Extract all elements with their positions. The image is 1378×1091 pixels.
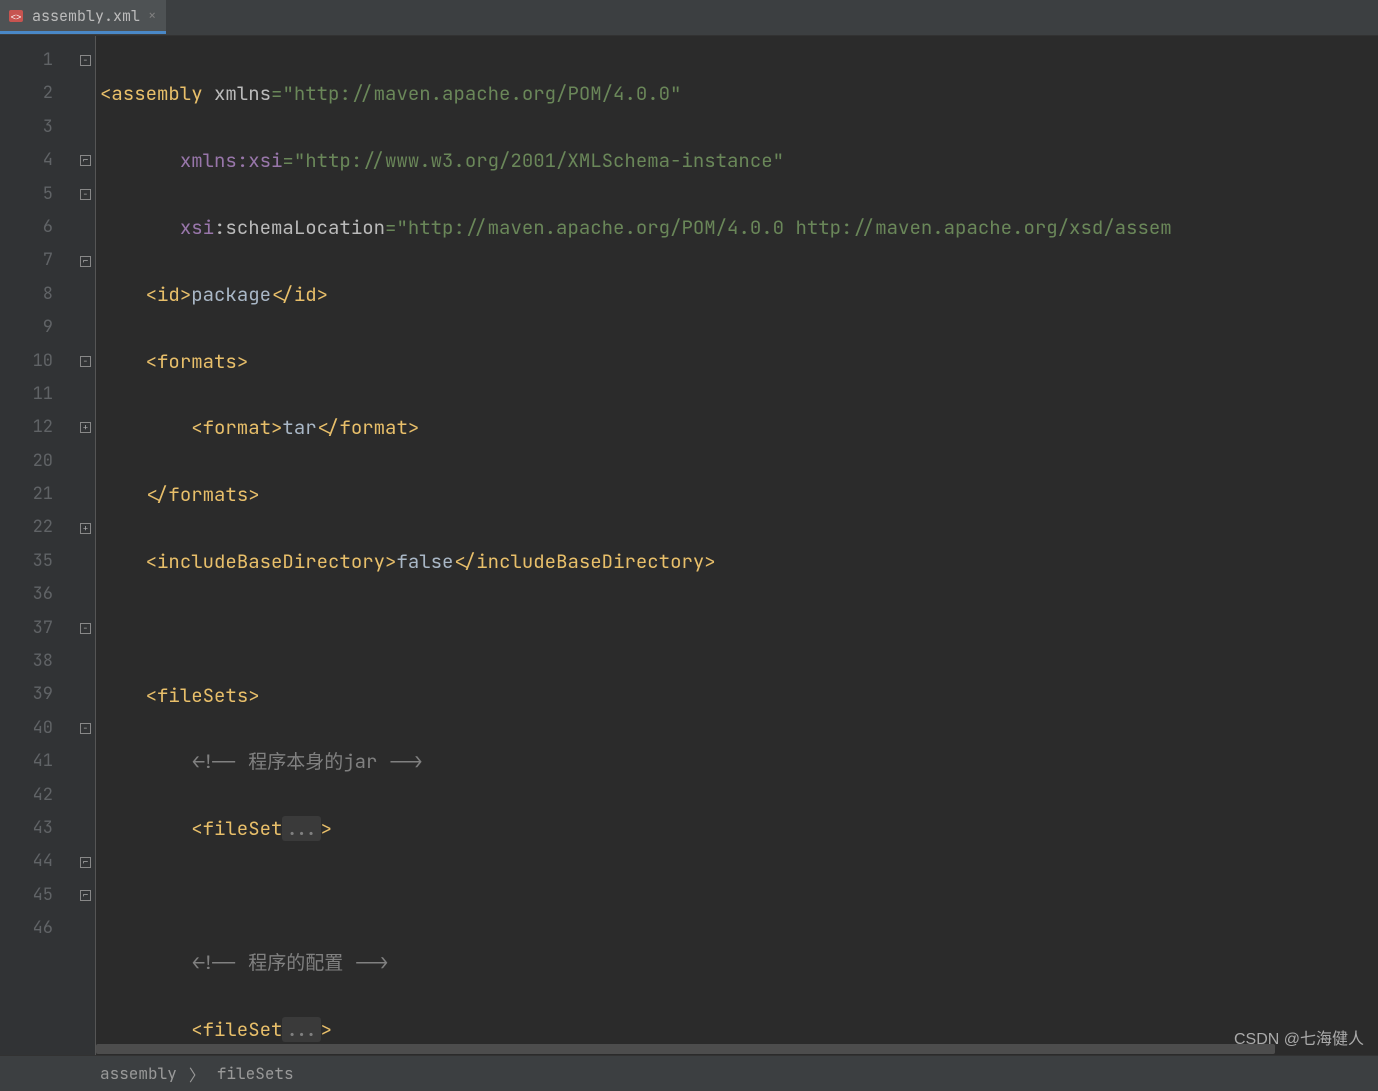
tab-bar: <> assembly.xml × (0, 0, 1378, 36)
fold-end-icon[interactable]: ⌐ (80, 256, 91, 267)
fold-gutter[interactable]: − ⌐ − ⌐ − + + − − ⌐ ⌐ (76, 36, 96, 1055)
line-number-gutter[interactable]: 1 2 3 4 5 6 7 8 9 10 11 12 20 21 22 35 3… (0, 36, 76, 1055)
code-line[interactable] (96, 879, 1378, 912)
horizontal-scrollbar[interactable] (96, 1043, 1378, 1055)
file-tab[interactable]: <> assembly.xml × (0, 0, 166, 34)
xml-file-icon: <> (8, 8, 24, 24)
line-number: 37 (0, 612, 75, 645)
fold-toggle-icon[interactable]: − (80, 723, 91, 734)
code-area[interactable]: <assembly xmlns="http://maven.apache.org… (96, 36, 1378, 1055)
line-number: 12 (0, 411, 75, 444)
fold-toggle-icon[interactable]: − (80, 356, 91, 367)
line-number: 45 (0, 879, 75, 912)
fold-end-icon[interactable]: ⌐ (80, 890, 91, 901)
fold-expand-icon[interactable]: + (80, 523, 91, 534)
tab-filename: assembly.xml (32, 6, 140, 26)
chevron-right-icon: 〉 (189, 1062, 205, 1086)
code-line[interactable]: <includeBaseDirectory>false</includeBase… (96, 545, 1378, 578)
code-line[interactable]: <assembly xmlns="http://maven.apache.org… (96, 77, 1378, 110)
line-number: 4 (0, 144, 75, 177)
line-number: 8 (0, 278, 75, 311)
line-number: 44 (0, 845, 75, 878)
code-line[interactable]: <formats> (96, 345, 1378, 378)
code-line[interactable] (96, 612, 1378, 645)
code-line[interactable]: xsi:schemaLocation="http://maven.apache.… (96, 211, 1378, 244)
fold-toggle-icon[interactable]: − (80, 189, 91, 200)
svg-text:<>: <> (11, 12, 22, 22)
line-number: 35 (0, 545, 75, 578)
code-line[interactable]: <fileSets> (96, 679, 1378, 712)
line-number: 43 (0, 812, 75, 845)
code-line[interactable]: <fileSet...> (96, 812, 1378, 845)
line-number: 36 (0, 578, 75, 611)
line-number: 22 (0, 511, 75, 544)
code-line[interactable]: <!-- 程序的配置 --> (96, 946, 1378, 979)
fold-end-icon[interactable]: ⌐ (80, 155, 91, 166)
line-number: 7 (0, 244, 75, 277)
fold-toggle-icon[interactable]: − (80, 55, 91, 66)
line-number: 2 (0, 77, 75, 110)
line-number: 10 (0, 345, 75, 378)
line-number: 40 (0, 712, 75, 745)
line-number: 11 (0, 378, 75, 411)
line-number: 1 (0, 44, 75, 77)
line-number: 21 (0, 478, 75, 511)
code-line[interactable]: xmlns:xsi="http://www.w3.org/2001/XMLSch… (96, 144, 1378, 177)
line-number: 41 (0, 745, 75, 778)
line-number: 39 (0, 678, 75, 711)
code-line[interactable]: <format>tar</format> (96, 411, 1378, 444)
code-line[interactable]: <fileSet...> (96, 1013, 1378, 1046)
fold-expand-icon[interactable]: + (80, 422, 91, 433)
line-number: 6 (0, 211, 75, 244)
code-line[interactable]: <id>package</id> (96, 278, 1378, 311)
line-number: 42 (0, 779, 75, 812)
watermark: CSDN @七海健人 (1234, 1025, 1364, 1049)
line-number: 20 (0, 445, 75, 478)
line-number: 38 (0, 645, 75, 678)
line-number: 46 (0, 912, 75, 945)
close-icon[interactable]: × (148, 7, 156, 25)
breadcrumb-item[interactable]: assembly (100, 1063, 177, 1084)
code-line[interactable]: </formats> (96, 478, 1378, 511)
line-number: 5 (0, 178, 75, 211)
line-number: 9 (0, 311, 75, 344)
folded-region[interactable]: ... (282, 1017, 320, 1042)
fold-end-icon[interactable]: ⌐ (80, 857, 91, 868)
folded-region[interactable]: ... (282, 816, 320, 841)
breadcrumb-item[interactable]: fileSets (217, 1063, 294, 1084)
fold-toggle-icon[interactable]: − (80, 623, 91, 634)
code-line[interactable]: <!-- 程序本身的jar --> (96, 745, 1378, 778)
line-number: 3 (0, 111, 75, 144)
breadcrumb[interactable]: assembly 〉 fileSets (0, 1055, 1378, 1091)
editor: 1 2 3 4 5 6 7 8 9 10 11 12 20 21 22 35 3… (0, 36, 1378, 1055)
